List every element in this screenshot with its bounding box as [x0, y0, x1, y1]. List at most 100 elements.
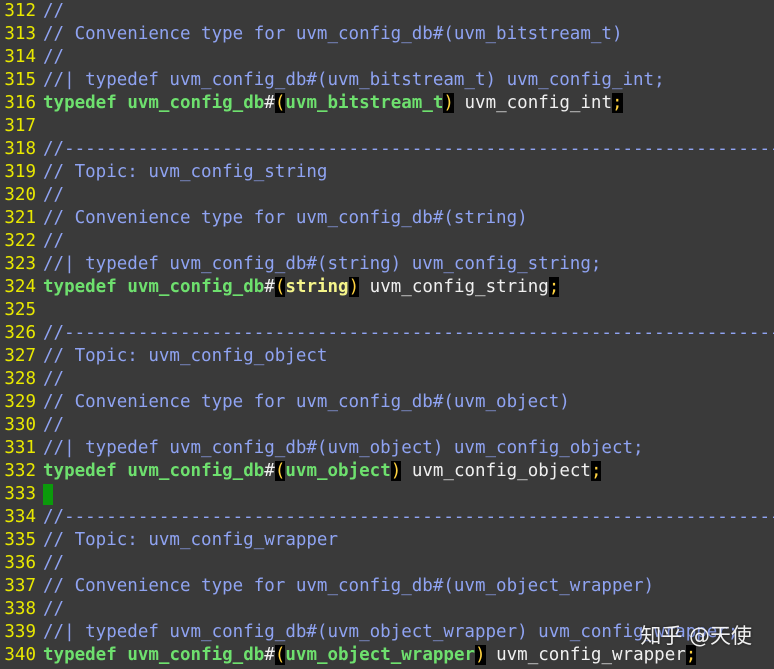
line-number: 332: [0, 460, 40, 483]
line-content[interactable]: // Convenience type for uvm_config_db#(u…: [43, 23, 622, 46]
token-keyword: typedef: [43, 461, 117, 481]
token-type-name: uvm_object: [285, 461, 391, 481]
token-type-name: uvm_config_db: [127, 93, 265, 113]
line-content[interactable]: //--------------------------------------…: [43, 322, 774, 345]
line-content[interactable]: // Convenience type for uvm_config_db#(u…: [43, 575, 654, 598]
code-line[interactable]: 330//: [0, 414, 774, 437]
line-number: 323: [0, 253, 40, 276]
token-hash: #: [264, 93, 275, 113]
line-content[interactable]: // Topic: uvm_config_wrapper: [43, 529, 338, 552]
line-content[interactable]: typedef uvm_config_db#(uvm_object_wrappe…: [43, 644, 697, 667]
token-comment: //: [43, 47, 65, 67]
line-content[interactable]: // Convenience type for uvm_config_db#(u…: [43, 391, 570, 414]
line-content[interactable]: //| typedef uvm_config_db#(uvm_bitstream…: [43, 69, 665, 92]
token-comment: //--------------------------------------…: [43, 507, 774, 527]
line-content[interactable]: typedef uvm_config_db#(uvm_object) uvm_c…: [43, 460, 602, 483]
line-number: 319: [0, 161, 40, 184]
line-content[interactable]: // Convenience type for uvm_config_db#(s…: [43, 207, 528, 230]
line-content[interactable]: //: [43, 230, 64, 253]
token-comment: // Convenience type for uvm_config_db#(u…: [43, 576, 655, 596]
line-content[interactable]: //: [43, 598, 64, 621]
code-line[interactable]: 332 typedef uvm_config_db#(uvm_object) uv…: [0, 460, 774, 483]
token-keyword: typedef: [43, 93, 117, 113]
token-ident: [117, 93, 128, 113]
code-line[interactable]: 322//: [0, 230, 774, 253]
code-line[interactable]: 316 typedef uvm_config_db#(uvm_bitstream_…: [0, 92, 774, 115]
token-comment: //: [43, 599, 65, 619]
code-line[interactable]: 328//: [0, 368, 774, 391]
line-number: 317: [0, 115, 40, 138]
line-content[interactable]: //: [43, 368, 64, 391]
code-line[interactable]: 329// Convenience type for uvm_config_db…: [0, 391, 774, 414]
line-number: 325: [0, 299, 40, 322]
token-semi: ;: [548, 277, 560, 297]
line-content[interactable]: //| typedef uvm_config_db#(uvm_object) u…: [43, 437, 644, 460]
line-number: 321: [0, 207, 40, 230]
token-comment: //| typedef uvm_config_db#(string) uvm_c…: [43, 254, 602, 274]
token-keyword: typedef: [43, 645, 117, 665]
line-number: 336: [0, 552, 40, 575]
code-line[interactable]: 312//: [0, 0, 774, 23]
code-editor[interactable]: 312//313// Convenience type for uvm_conf…: [0, 0, 774, 669]
code-line[interactable]: 331//| typedef uvm_config_db#(uvm_object…: [0, 437, 774, 460]
code-line[interactable]: 335// Topic: uvm_config_wrapper: [0, 529, 774, 552]
token-ident: [117, 461, 128, 481]
token-comment: //: [43, 1, 65, 21]
code-line[interactable]: 325: [0, 299, 774, 322]
line-number: 318: [0, 138, 40, 161]
line-content[interactable]: [43, 483, 53, 506]
token-comment: //--------------------------------------…: [43, 139, 774, 159]
line-content[interactable]: //: [43, 414, 64, 437]
line-number: 322: [0, 230, 40, 253]
line-content[interactable]: //: [43, 0, 64, 23]
code-line[interactable]: 338//: [0, 598, 774, 621]
code-line[interactable]: 318//-----------------------------------…: [0, 138, 774, 161]
code-line[interactable]: 314//: [0, 46, 774, 69]
code-line[interactable]: 315//| typedef uvm_config_db#(uvm_bitstr…: [0, 69, 774, 92]
token-semi: ;: [590, 461, 602, 481]
line-content[interactable]: //: [43, 552, 64, 575]
line-content[interactable]: typedef uvm_config_db#(string) uvm_confi…: [43, 276, 560, 299]
token-comment: // Topic: uvm_config_string: [43, 162, 328, 182]
token-type-name: uvm_config_db: [127, 277, 265, 297]
code-line[interactable]: 317: [0, 115, 774, 138]
line-content[interactable]: typedef uvm_config_db#(uvm_bitstream_t) …: [43, 92, 623, 115]
code-line[interactable]: 321// Convenience type for uvm_config_db…: [0, 207, 774, 230]
line-content[interactable]: //: [43, 46, 64, 69]
token-comment: //: [43, 185, 65, 205]
token-comment: // Convenience type for uvm_config_db#(u…: [43, 24, 623, 44]
token-paren: (: [274, 461, 286, 481]
line-content[interactable]: // Topic: uvm_config_object: [43, 345, 327, 368]
code-line[interactable]: 319// Topic: uvm_config_string: [0, 161, 774, 184]
line-content[interactable]: //--------------------------------------…: [43, 138, 774, 161]
code-line[interactable]: 336//: [0, 552, 774, 575]
token-paren: ): [348, 277, 360, 297]
line-content[interactable]: //: [43, 184, 64, 207]
line-content[interactable]: // Topic: uvm_config_string: [43, 161, 327, 184]
token-comment: //: [43, 369, 65, 389]
code-line[interactable]: 313// Convenience type for uvm_config_db…: [0, 23, 774, 46]
token-ident: uvm_config_object: [401, 461, 591, 481]
code-line[interactable]: 337// Convenience type for uvm_config_db…: [0, 575, 774, 598]
line-number: 330: [0, 414, 40, 437]
code-line[interactable]: 327// Topic: uvm_config_object: [0, 345, 774, 368]
code-line[interactable]: 326//-----------------------------------…: [0, 322, 774, 345]
line-content[interactable]: //| typedef uvm_config_db#(uvm_object_wr…: [43, 621, 738, 644]
line-number: 312: [0, 0, 40, 23]
line-content[interactable]: //| typedef uvm_config_db#(string) uvm_c…: [43, 253, 601, 276]
code-line[interactable]: 333: [0, 483, 774, 506]
token-ident: uvm_config_int: [453, 93, 613, 113]
line-number: 328: [0, 368, 40, 391]
line-content[interactable]: //--------------------------------------…: [43, 506, 774, 529]
token-ident: [117, 277, 128, 297]
token-comment: // Topic: uvm_config_object: [43, 346, 328, 366]
token-ident: uvm_config_string: [359, 277, 549, 297]
code-line[interactable]: 334//-----------------------------------…: [0, 506, 774, 529]
code-line[interactable]: 324 typedef uvm_config_db#(string) uvm_co…: [0, 276, 774, 299]
line-number: 313: [0, 23, 40, 46]
code-line[interactable]: 323//| typedef uvm_config_db#(string) uv…: [0, 253, 774, 276]
code-line[interactable]: 320//: [0, 184, 774, 207]
token-comment: //| typedef uvm_config_db#(uvm_object_wr…: [43, 622, 739, 642]
line-number: 335: [0, 529, 40, 552]
line-number: 333: [0, 483, 40, 506]
